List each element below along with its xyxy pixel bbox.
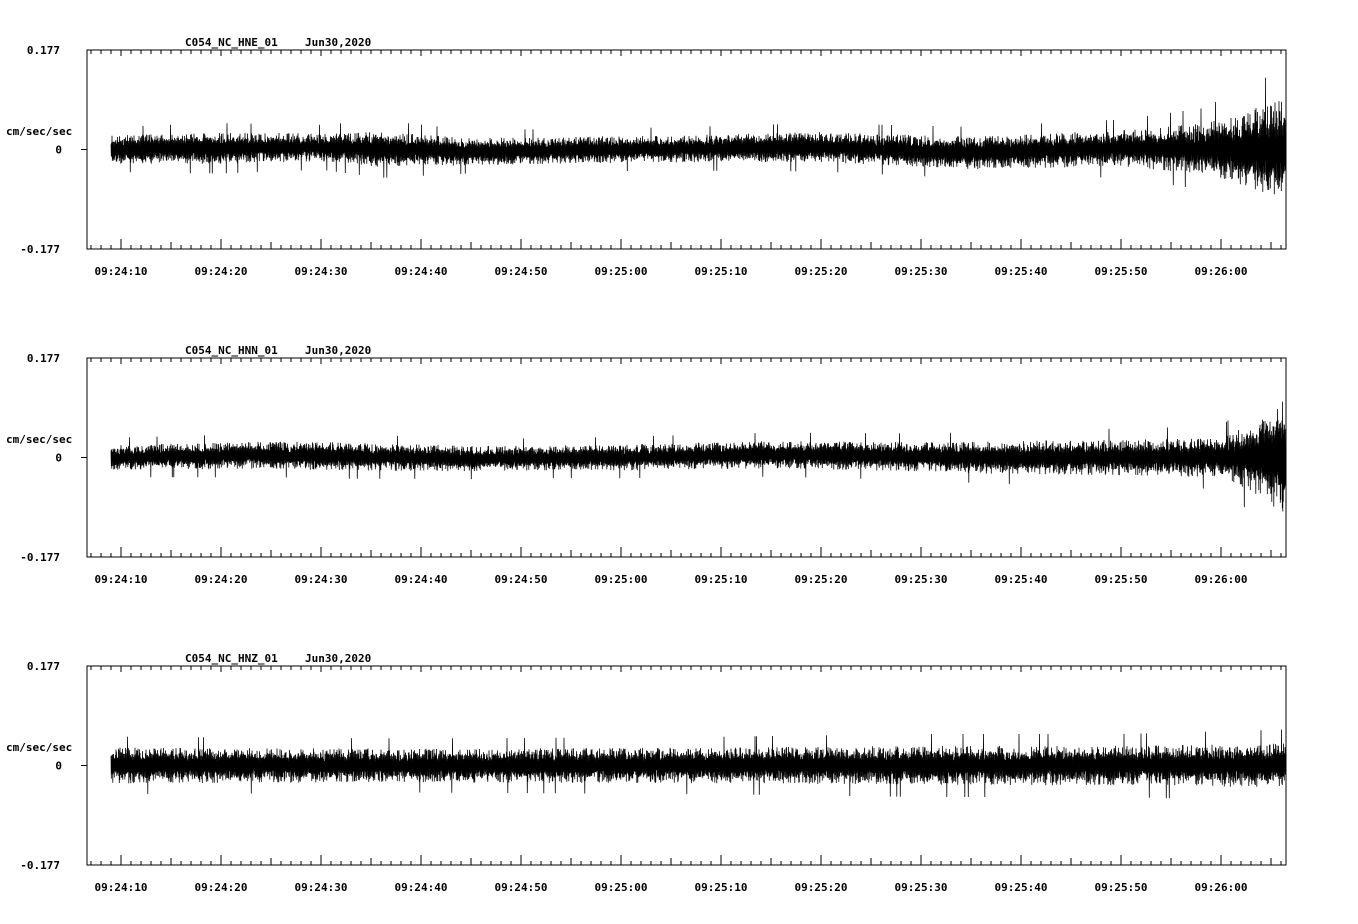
x-tick-label: 09:24:20	[195, 265, 248, 278]
x-tick-label: 09:25:40	[995, 881, 1048, 894]
seismogram-panel-1: C054_NC_HNE_01 Jun30,2020 0.177 0 -0.177 cm/s…	[6, 36, 1287, 278]
x-tick-label: 09:24:20	[195, 573, 248, 586]
x-tick-label: 09:25:20	[795, 881, 848, 894]
x-tick-label: 09:25:50	[1095, 265, 1148, 278]
y-tick-label: 0	[55, 760, 62, 773]
x-tick-label: 09:25:30	[895, 881, 948, 894]
waveform-trace	[110, 401, 1286, 512]
x-tick-label: 09:25:00	[595, 265, 648, 278]
x-tick-label: 09:24:40	[395, 881, 448, 894]
x-tick-label: 09:25:40	[995, 573, 1048, 586]
seismogram-panel-2: C054_NC_HNN_01 Jun30,2020 0.177 0 -0.177 cm/s…	[6, 344, 1287, 586]
y-axis-label: cm/sec/sec	[6, 741, 72, 754]
x-tick-label: 09:24:20	[195, 881, 248, 894]
x-tick-label: 09:24:10	[95, 573, 148, 586]
x-tick-label: 09:25:10	[695, 573, 748, 586]
waveform-trace	[110, 729, 1286, 799]
seismogram-canvas: C054_NC_HNE_01 Jun30,2020 0.177 0 -0.177 cm/s…	[6, 36, 1287, 894]
y-tick-label: 0.177	[27, 44, 60, 57]
seismogram-panel-3: C054_NC_HNZ_01 Jun30,2020 0.177 0 -0.177 cm/s…	[6, 652, 1287, 894]
y-tick-label: 0.177	[27, 352, 60, 365]
x-tick-label: 09:24:50	[495, 573, 548, 586]
panel-title: C054_NC_HNE_01	[185, 36, 278, 49]
y-axis-label: cm/sec/sec	[6, 433, 72, 446]
panel-title: C054_NC_HNN_01	[185, 344, 278, 357]
panel-date: Jun30,2020	[305, 36, 371, 49]
x-tick-label: 09:25:00	[595, 881, 648, 894]
y-tick-label: 0	[55, 144, 62, 157]
y-tick-label: -0.177	[20, 243, 60, 256]
x-tick-label: 09:24:30	[295, 265, 348, 278]
x-tick-label: 09:24:50	[495, 881, 548, 894]
x-tick-label: 09:25:30	[895, 573, 948, 586]
y-tick-label: -0.177	[20, 551, 60, 564]
x-tick-label: 09:26:00	[1195, 573, 1248, 586]
waveform-trace	[110, 77, 1286, 195]
x-tick-label: 09:24:10	[95, 881, 148, 894]
x-tick-label: 09:25:40	[995, 265, 1048, 278]
x-tick-label: 09:25:10	[695, 881, 748, 894]
x-tick-label: 09:25:50	[1095, 573, 1148, 586]
x-tick-label: 09:24:50	[495, 265, 548, 278]
x-tick-label: 09:24:30	[295, 573, 348, 586]
x-tick-label: 09:26:00	[1195, 881, 1248, 894]
x-tick-label: 09:25:30	[895, 265, 948, 278]
y-tick-label: 0	[55, 452, 62, 465]
x-tick-label: 09:25:00	[595, 573, 648, 586]
y-tick-label: 0.177	[27, 660, 60, 673]
x-tick-label: 09:24:30	[295, 881, 348, 894]
x-tick-label: 09:25:10	[695, 265, 748, 278]
x-tick-label: 09:25:20	[795, 265, 848, 278]
panel-title: C054_NC_HNZ_01	[185, 652, 278, 665]
x-tick-label: 09:24:10	[95, 265, 148, 278]
y-axis-label: cm/sec/sec	[6, 125, 72, 138]
x-tick-label: 09:25:20	[795, 573, 848, 586]
x-tick-label: 09:24:40	[395, 265, 448, 278]
panel-date: Jun30,2020	[305, 344, 371, 357]
y-tick-label: -0.177	[20, 859, 60, 872]
x-tick-label: 09:25:50	[1095, 881, 1148, 894]
x-tick-label: 09:24:40	[395, 573, 448, 586]
x-tick-label: 09:26:00	[1195, 265, 1248, 278]
panel-date: Jun30,2020	[305, 652, 371, 665]
